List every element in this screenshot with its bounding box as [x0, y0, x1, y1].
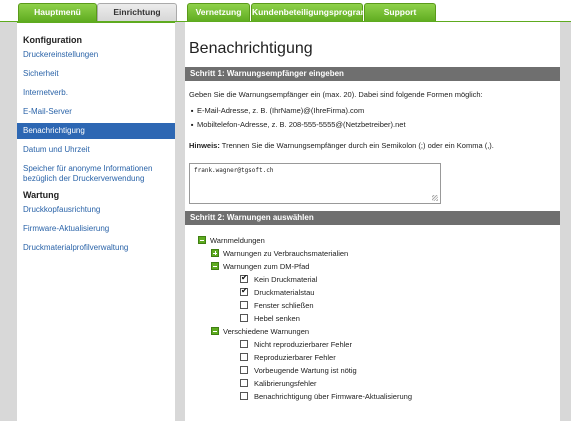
sidebar-item-druckkopfausrichtung[interactable]: Druckkopfausrichtung — [17, 202, 175, 218]
expand-icon[interactable] — [211, 249, 219, 257]
hint-text: Hinweis: Trennen Sie die Warnungsempfäng… — [189, 141, 494, 150]
step1-intro: Geben Sie die Warnungsempfänger ein (max… — [189, 90, 483, 99]
collapse-icon[interactable] — [211, 262, 219, 270]
option-label: Vorbeugende Wartung ist nötig — [254, 366, 357, 375]
option-kein-druckmaterial[interactable]: Kein Druckmaterial — [240, 273, 318, 285]
sidebar-item-druckereinstellungen[interactable]: Druckereinstellungen — [17, 47, 175, 63]
option-label: Druckmaterialstau — [254, 288, 315, 297]
bullet-email: E-Mail-Adresse, z. B. (IhrName)@(IhreFir… — [191, 106, 364, 115]
sidebar-item-internetverb[interactable]: Internetverb. — [17, 85, 175, 101]
sidebar-heading-konfiguration: Konfiguration — [23, 35, 82, 45]
tree-row-warnmeldungen: Warnmeldungen — [198, 236, 265, 246]
tab-einrichtung[interactable]: Einrichtung — [97, 3, 177, 22]
checkbox-druckmaterialstau[interactable] — [240, 286, 248, 296]
sidebar-item-druckmaterialprofilverwaltung[interactable]: Druckmaterialprofilverwaltung — [17, 240, 175, 256]
right-margin — [560, 22, 571, 421]
sidebar: Konfiguration Druckereinstellungen Siche… — [17, 32, 175, 421]
sidebar-item-firmware-aktualisierung[interactable]: Firmware-Aktualisierung — [17, 221, 175, 237]
collapse-icon[interactable] — [211, 327, 219, 335]
collapse-icon[interactable] — [198, 236, 206, 244]
option-nicht-reproduzierbar[interactable]: Nicht reproduzierbarer Fehler — [240, 340, 352, 350]
checkbox-hebel-senken[interactable] — [240, 314, 248, 322]
tab-kundenbeteiligungsprogramm[interactable]: Kundenbeteiligungsprogramm — [251, 3, 376, 22]
tree-row-dm-pfad: Warnungen zum DM-Pfad — [211, 262, 309, 272]
recipients-textarea[interactable]: frank.wagner@tgsoft.ch — [189, 163, 441, 204]
option-label: Reproduzierbarer Fehler — [254, 353, 336, 362]
hint-label: Hinweis: — [189, 141, 220, 150]
option-label: Kein Druckmaterial — [254, 275, 318, 284]
left-margin — [0, 22, 17, 421]
option-kalibrierungsfehler[interactable]: Kalibrierungsfehler — [240, 379, 317, 389]
option-label: Hebel senken — [254, 314, 300, 323]
checkbox-vorbeugende-wartung[interactable] — [240, 366, 248, 374]
main-content: Benachrichtigung Schritt 1: Warnungsempf… — [185, 22, 560, 421]
checkbox-nicht-reproduzierbar[interactable] — [240, 340, 248, 348]
sidebar-item-datum-uhrzeit[interactable]: Datum und Uhrzeit — [17, 142, 175, 158]
resize-grip-icon[interactable] — [432, 195, 438, 201]
option-label: Fenster schließen — [254, 301, 314, 310]
checkbox-kein-druckmaterial[interactable] — [240, 273, 248, 283]
tab-hauptmenue[interactable]: Hauptmenü — [18, 3, 97, 22]
tab-support[interactable]: Support — [364, 3, 436, 22]
option-vorbeugende-wartung[interactable]: Vorbeugende Wartung ist nötig — [240, 366, 357, 376]
tree-label-dm-pfad: Warnungen zum DM-Pfad — [223, 262, 310, 271]
bullet-mobile: Mobiltelefon-Adresse, z. B. 208-555-5555… — [191, 120, 406, 129]
option-label: Kalibrierungsfehler — [254, 379, 317, 388]
option-firmware-benachrichtigung[interactable]: Benachrichtigung über Firmware-Aktualisi… — [240, 392, 412, 402]
checkbox-firmware-benachrichtigung[interactable] — [240, 392, 248, 400]
option-fenster-schliessen[interactable]: Fenster schließen — [240, 301, 314, 311]
option-label: Nicht reproduzierbarer Fehler — [254, 340, 352, 349]
checkbox-fenster-schliessen[interactable] — [240, 301, 248, 309]
sidebar-item-email-server[interactable]: E-Mail-Server — [17, 104, 175, 120]
sidebar-item-sicherheit[interactable]: Sicherheit — [17, 66, 175, 82]
sidebar-item-speicher-line1[interactable]: Speicher für anonyme Informationen — [17, 161, 175, 174]
hint-body: Trennen Sie die Warnungsempfänger durch … — [219, 141, 494, 150]
sidebar-item-benachrichtigung[interactable]: Benachrichtigung — [17, 123, 175, 139]
step2-header: Schritt 2: Warnungen auswählen — [185, 211, 560, 225]
recipients-value: frank.wagner@tgsoft.ch — [194, 167, 274, 174]
option-reproduzierbar[interactable]: Reproduzierbarer Fehler — [240, 353, 336, 363]
page-title: Benachrichtigung — [189, 40, 313, 57]
checkbox-reproduzierbar[interactable] — [240, 353, 248, 361]
sidebar-gutter — [175, 22, 185, 421]
tab-vernetzung[interactable]: Vernetzung — [187, 3, 250, 22]
step1-header: Schritt 1: Warnungsempfänger eingeben — [185, 67, 560, 81]
tree-row-verbrauchsmaterialien: Warnungen zu Verbrauchsmaterialien — [211, 249, 348, 259]
top-nav-tabs: Hauptmenü Einrichtung Vernetzung Kundenb… — [0, 0, 571, 23]
option-druckmaterialstau[interactable]: Druckmaterialstau — [240, 286, 315, 298]
tree-label-verbrauchsmaterialien: Warnungen zu Verbrauchsmaterialien — [223, 249, 349, 258]
checkbox-kalibrierungsfehler[interactable] — [240, 379, 248, 387]
tree-label-verschiedene: Verschiedene Warnungen — [223, 327, 310, 336]
option-hebel-senken[interactable]: Hebel senken — [240, 314, 300, 324]
tree-row-verschiedene: Verschiedene Warnungen — [211, 327, 309, 337]
option-label: Benachrichtigung über Firmware-Aktualisi… — [254, 392, 412, 401]
sidebar-item-speicher-line2[interactable]: bezüglich der Druckerverwendung — [17, 174, 175, 187]
sidebar-heading-wartung: Wartung — [23, 190, 60, 200]
tree-label-warnmeldungen: Warnmeldungen — [210, 236, 265, 245]
